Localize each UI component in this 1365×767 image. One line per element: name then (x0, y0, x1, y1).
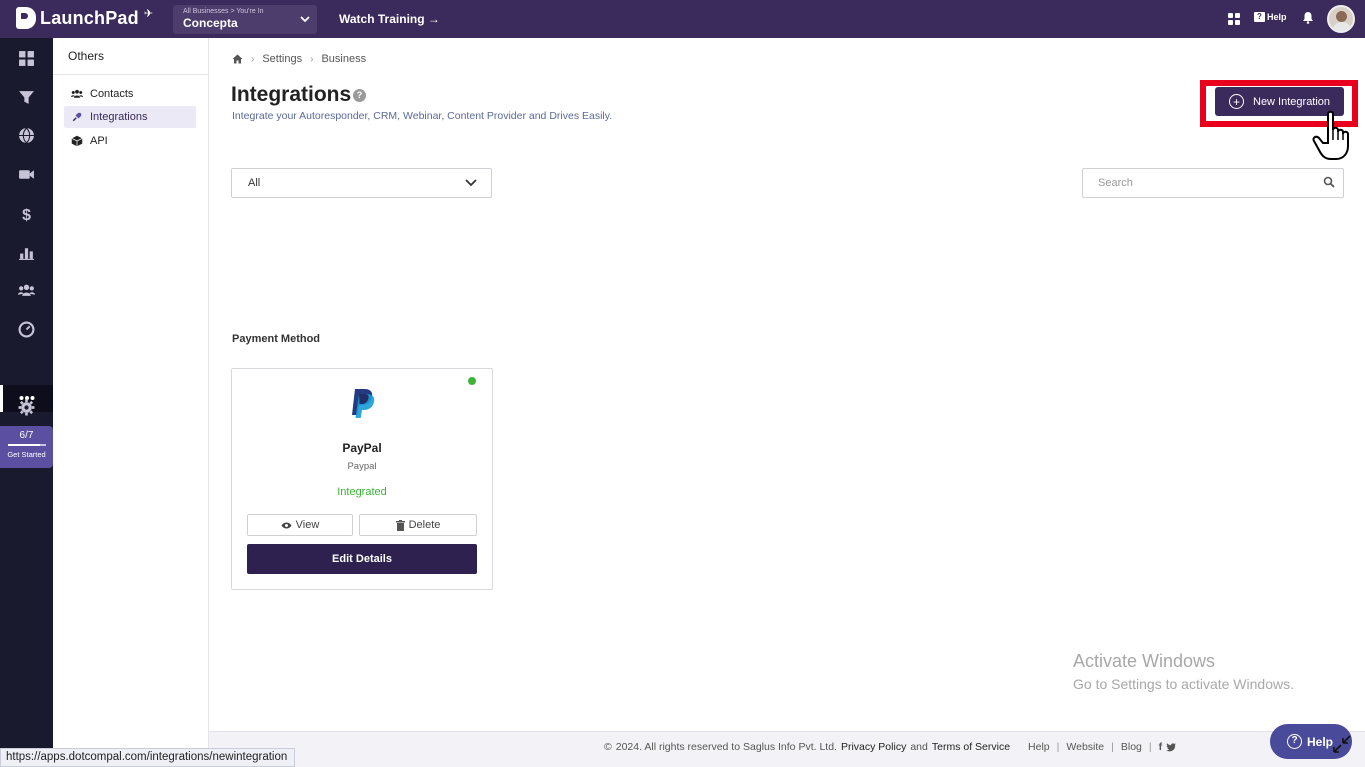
view-button[interactable]: View (247, 514, 353, 536)
business-caption: All Businesses > You're In (183, 8, 264, 15)
edit-details-button[interactable]: Edit Details (247, 544, 477, 574)
business-selector[interactable]: All Businesses > You're In Concepta (173, 5, 317, 34)
apps-grid-icon[interactable] (1228, 13, 1240, 25)
subsidebar-item-api[interactable]: API (64, 130, 196, 152)
breadcrumb-separator: › (251, 53, 255, 65)
dollar-icon[interactable]: $ (18, 205, 35, 222)
search-input[interactable] (1082, 168, 1344, 198)
windows-watermark-subtitle: Go to Settings to activate Windows. (1073, 676, 1294, 692)
footer-separator: | (1148, 741, 1152, 753)
terms-link[interactable]: Terms of Service (932, 741, 1010, 753)
copyright-icon: © (604, 741, 612, 753)
settings-subsidebar: Others Contacts Integrations API (53, 38, 209, 767)
help-link[interactable]: ? Help (1254, 12, 1287, 22)
footer-separator: | (1111, 741, 1114, 753)
page-subtitle: Integrate your Autoresponder, CRM, Webin… (232, 110, 613, 122)
video-icon[interactable] (18, 166, 35, 183)
subsidebar-item-label: Contacts (90, 88, 134, 100)
view-label: View (295, 519, 320, 531)
integration-type: Paypal (347, 461, 377, 472)
paypal-logo-icon (352, 389, 375, 418)
page-title: Integrations (231, 83, 352, 106)
help-label: Help (1267, 12, 1287, 22)
new-integration-label: New Integration (1253, 95, 1331, 108)
left-rail: $ 6/7 Get Started (0, 38, 53, 767)
question-circle-icon: ? (1287, 734, 1302, 749)
status-indicator (468, 377, 476, 385)
svg-text:$: $ (22, 207, 31, 222)
get-started-label: Get Started (7, 450, 46, 459)
users-icon[interactable] (18, 282, 35, 299)
user-avatar[interactable] (1327, 5, 1355, 33)
delete-label: Delete (408, 519, 441, 531)
hand-cursor-icon (1312, 110, 1349, 160)
rocket-icon: ✈ (143, 7, 154, 20)
chevron-down-icon (300, 16, 310, 23)
and-text: and (910, 741, 928, 753)
home-icon[interactable] (232, 54, 243, 64)
plus-circle-icon: + (1229, 94, 1244, 109)
brand-name: LaunchPad (40, 7, 139, 28)
subsidebar-item-label: API (90, 135, 108, 147)
eye-icon (281, 522, 292, 528)
info-icon[interactable]: ? (353, 89, 366, 102)
business-name: Concepta (183, 16, 238, 30)
breadcrumb-separator: › (310, 53, 314, 65)
brand-logo[interactable]: LaunchPad ✈ (16, 7, 153, 29)
subsidebar-heading: Others (53, 38, 208, 75)
collapse-arrows-icon[interactable] (1331, 733, 1353, 755)
twitter-icon[interactable] (1166, 742, 1177, 752)
integration-name: PayPal (342, 441, 382, 455)
launchpad-logo-icon (16, 7, 36, 29)
section-heading: Payment Method (232, 333, 321, 345)
footer-website-link[interactable]: Website (1066, 741, 1104, 753)
facebook-icon[interactable]: f (1159, 741, 1163, 753)
help-icon: ? (1254, 12, 1265, 22)
integration-status: Integrated (337, 486, 387, 498)
filter-value: All (248, 177, 261, 189)
breadcrumb-business[interactable]: Business (321, 53, 366, 65)
subsidebar-item-label: Integrations (90, 111, 148, 123)
delete-button[interactable]: Delete (359, 514, 477, 536)
trash-icon (395, 519, 405, 531)
subsidebar-item-integrations[interactable]: Integrations (64, 106, 196, 128)
footer-separator: | (1056, 741, 1060, 753)
browser-status-url: https://apps.dotcompal.com/integrations/… (0, 748, 296, 767)
category-filter-select[interactable]: All (231, 168, 492, 198)
cube-icon (71, 135, 83, 147)
globe-icon[interactable] (18, 127, 35, 144)
plug-icon (72, 112, 82, 122)
dashboard-icon[interactable] (18, 50, 35, 67)
windows-watermark-title: Activate Windows (1073, 651, 1216, 671)
breadcrumb: › Settings › Business (232, 53, 366, 65)
gear-icon[interactable] (18, 399, 35, 416)
chevron-down-icon (465, 179, 477, 187)
footer-blog-link[interactable]: Blog (1121, 741, 1142, 753)
integration-card: PayPal Paypal Integrated View Delete Edi… (231, 368, 493, 590)
bell-icon[interactable] (1302, 11, 1314, 24)
watch-training-link[interactable]: Watch Training → (339, 12, 440, 26)
footer-help-link[interactable]: Help (1028, 741, 1050, 753)
help-fab-label: Help (1307, 734, 1334, 749)
search-icon[interactable] (1323, 176, 1335, 188)
subsidebar-item-contacts[interactable]: Contacts (64, 83, 196, 105)
get-started-count: 6/7 (19, 430, 34, 441)
copyright-text: 2024. All rights reserved to Saglus Info… (615, 741, 837, 753)
gauge-icon[interactable] (18, 321, 35, 338)
breadcrumb-settings[interactable]: Settings (262, 53, 302, 65)
chart-icon[interactable] (18, 244, 35, 261)
users-icon (71, 89, 83, 98)
funnel-icon[interactable] (18, 89, 35, 106)
footer: © 2024. All rights reserved to Saglus In… (209, 731, 1365, 767)
privacy-link[interactable]: Privacy Policy (841, 741, 906, 753)
top-navbar: LaunchPad ✈ All Businesses > You're In C… (0, 0, 1365, 38)
get-started-widget[interactable]: 6/7 Get Started (0, 426, 53, 468)
get-started-progress (7, 444, 46, 446)
